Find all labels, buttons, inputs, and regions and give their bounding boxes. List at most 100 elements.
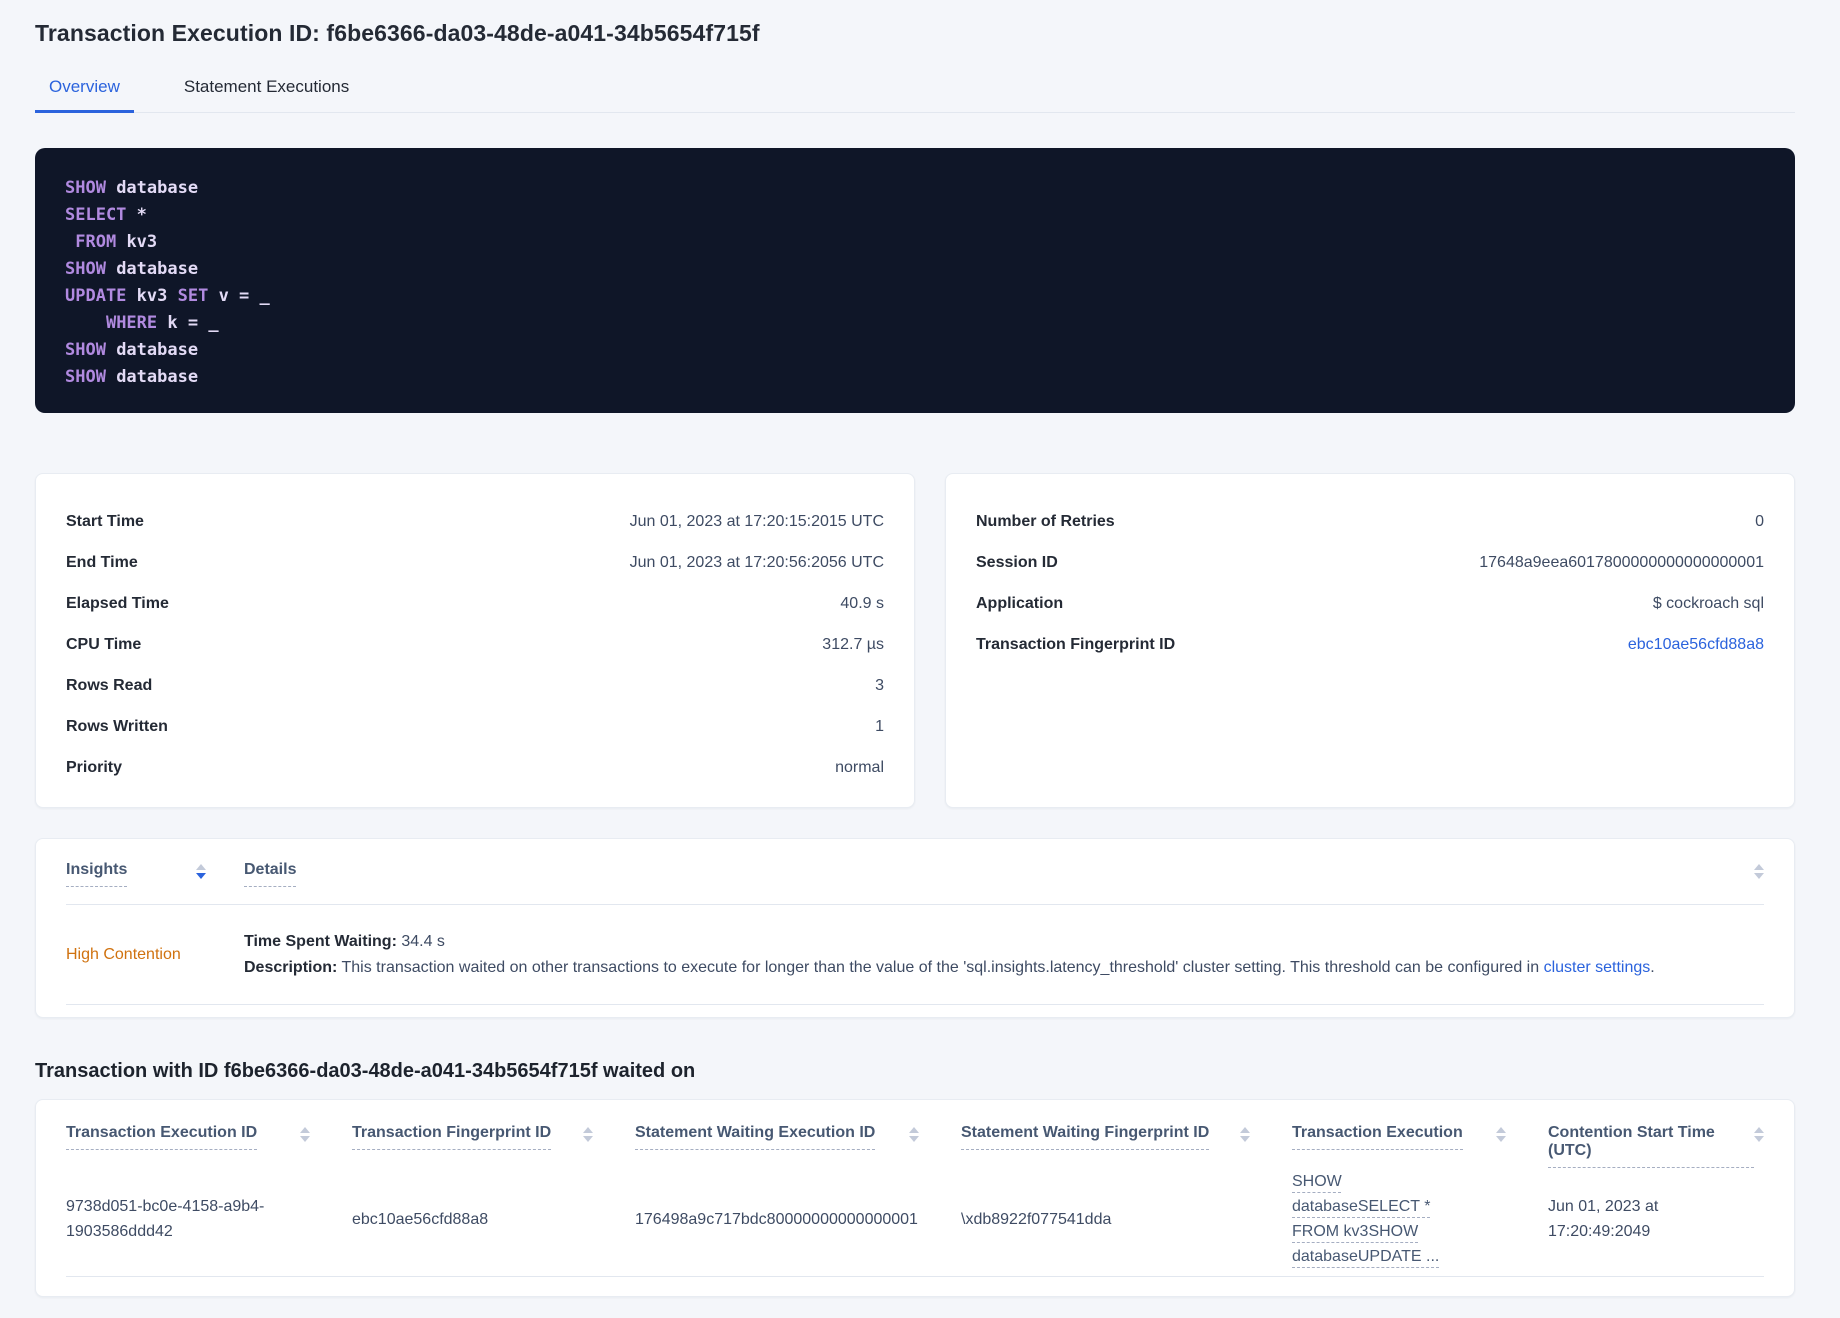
page-title: Transaction Execution ID: f6be6366-da03-… xyxy=(35,20,760,46)
stat-value: $ cockroach sql xyxy=(1652,594,1764,612)
waited-on-heading: Transaction with ID f6be6366-da03-48de-a… xyxy=(35,1060,696,1082)
description-suffix: . xyxy=(1650,958,1655,976)
column-label[interactable]: Transaction Execution ID xyxy=(66,1124,258,1150)
stat-row-end-time: End Time Jun 01, 2023 at 17:20:56:2056 U… xyxy=(66,542,884,583)
tab-overview[interactable]: Overview xyxy=(35,71,134,113)
column-header-txn-fingerprint-id[interactable]: Transaction Fingerprint ID xyxy=(352,1124,635,1162)
insights-card: Insights Details High Contention Time Sp… xyxy=(35,838,1795,1018)
stat-value: 40.9 s xyxy=(840,594,884,612)
description-text: This transaction waited on other transac… xyxy=(337,958,1544,976)
stat-label: CPU Time xyxy=(66,635,142,653)
table-row: 9738d051-bc0e-4158-a9b4-1903586ddd42 ebc… xyxy=(66,1162,1764,1277)
stat-value: 1 xyxy=(875,717,884,735)
stat-label: Priority xyxy=(66,758,123,776)
sort-down-icon xyxy=(1496,1136,1506,1142)
sort-down-icon xyxy=(583,1136,593,1142)
insights-column-header[interactable]: Insights xyxy=(66,861,206,887)
sort-icon[interactable] xyxy=(1240,1127,1250,1142)
stat-label: Elapsed Time xyxy=(66,594,169,612)
column-header-stmt-waiting-fingerprint-id[interactable]: Statement Waiting Fingerprint ID xyxy=(961,1124,1292,1162)
column-header-contention-start-time[interactable]: Contention Start Time (UTC) xyxy=(1548,1124,1764,1168)
stat-row-cpu-time: CPU Time 312.7 µs xyxy=(66,624,884,665)
stat-value: 312.7 µs xyxy=(822,635,884,653)
column-header-txn-execution-id[interactable]: Transaction Execution ID xyxy=(66,1124,352,1162)
sort-up-icon xyxy=(909,1127,919,1133)
stat-row-rows-written: Rows Written 1 xyxy=(66,706,884,747)
tab-statement-executions[interactable]: Statement Executions xyxy=(170,71,363,112)
sort-down-icon xyxy=(909,1136,919,1142)
sort-up-icon xyxy=(1754,864,1764,870)
stat-row-txn-fingerprint: Transaction Fingerprint ID ebc10ae56cfd8… xyxy=(976,624,1764,665)
session-stats-card: Number of Retries 0 Session ID 17648a9ee… xyxy=(945,473,1795,808)
column-label[interactable]: Transaction Fingerprint ID xyxy=(352,1124,552,1150)
sort-icon[interactable] xyxy=(1754,1127,1764,1142)
sort-icon[interactable] xyxy=(196,864,206,879)
stat-label: Start Time xyxy=(66,512,144,530)
cell-stmt-waiting-fingerprint-id: \xdb8922f077541dda xyxy=(961,1210,1112,1228)
column-label[interactable]: Statement Waiting Fingerprint ID xyxy=(961,1124,1210,1150)
stat-value: 0 xyxy=(1755,512,1764,530)
insight-row: High Contention Time Spent Waiting: 34.4… xyxy=(66,905,1764,1005)
cell-txn-execution: SHOW databaseSELECT * FROM kv3SHOW datab… xyxy=(1292,1169,1548,1269)
stat-value: Jun 01, 2023 at 17:20:56:2056 UTC xyxy=(629,553,884,571)
sort-up-icon xyxy=(1754,1127,1764,1133)
stat-row-rows-read: Rows Read 3 xyxy=(66,665,884,706)
insight-description: Description: This transaction waited on … xyxy=(244,957,1764,979)
sort-icon[interactable] xyxy=(583,1127,593,1142)
sort-icon[interactable] xyxy=(300,1127,310,1142)
stat-row-priority: Priority normal xyxy=(66,747,884,788)
stat-label: Rows Read xyxy=(66,676,153,694)
column-header-txn-execution[interactable]: Transaction Execution xyxy=(1292,1124,1548,1162)
time-spent-waiting: Time Spent Waiting: 34.4 s xyxy=(244,931,1764,953)
cell-txn-execution-id: 9738d051-bc0e-4158-a9b4-1903586ddd42 xyxy=(66,1194,352,1244)
insights-table-header: Insights Details xyxy=(66,839,1764,905)
waited-on-table-card: Transaction Execution ID Transaction Fin… xyxy=(35,1099,1795,1297)
sort-down-icon xyxy=(1754,873,1764,879)
cell-stmt-waiting-execution-id: 176498a9c717bdc80000000000000001 xyxy=(635,1210,918,1228)
column-header-stmt-waiting-execution-id[interactable]: Statement Waiting Execution ID xyxy=(635,1124,961,1162)
sort-up-icon xyxy=(1240,1127,1250,1133)
sort-down-icon xyxy=(1754,1136,1764,1142)
summary-cards: Start Time Jun 01, 2023 at 17:20:15:2015… xyxy=(35,473,1795,808)
stat-row-start-time: Start Time Jun 01, 2023 at 17:20:15:2015… xyxy=(66,501,884,542)
sort-icon[interactable] xyxy=(1754,864,1764,879)
cell-contention-start-time: Jun 01, 2023 at 17:20:49:2049 xyxy=(1548,1198,1659,1240)
details-column-label[interactable]: Details xyxy=(244,861,297,887)
stat-label: Transaction Fingerprint ID xyxy=(976,635,1176,653)
tab-bar: Overview Statement Executions xyxy=(35,71,1795,113)
details-column-header[interactable]: Details xyxy=(244,861,1764,887)
stat-label: End Time xyxy=(66,553,138,571)
sort-up-icon xyxy=(196,864,206,870)
txn-execution-id-value: 9738d051-bc0e-4158-a9b4-1903586ddd42 xyxy=(66,1198,265,1240)
sort-down-icon xyxy=(300,1136,310,1142)
stat-label: Rows Written xyxy=(66,717,168,735)
column-label[interactable]: Contention Start Time (UTC) xyxy=(1548,1124,1754,1168)
waited-on-table-header: Transaction Execution ID Transaction Fin… xyxy=(66,1100,1764,1168)
sort-icon[interactable] xyxy=(909,1127,919,1142)
stat-row-application: Application $ cockroach sql xyxy=(976,583,1764,624)
sort-up-icon xyxy=(1496,1127,1506,1133)
description-label: Description: xyxy=(244,958,338,976)
column-label[interactable]: Transaction Execution xyxy=(1292,1124,1463,1150)
column-label[interactable]: Statement Waiting Execution ID xyxy=(635,1124,876,1150)
stat-label: Application xyxy=(976,594,1064,612)
insights-column-label[interactable]: Insights xyxy=(66,861,128,887)
waiting-label: Time Spent Waiting: xyxy=(244,932,397,950)
stat-label: Session ID xyxy=(976,553,1058,571)
stat-row-session-id: Session ID 17648a9eea6017800000000000000… xyxy=(976,542,1764,583)
stat-value: Jun 01, 2023 at 17:20:15:2015 UTC xyxy=(629,512,884,530)
page: Transaction Execution ID: f6be6366-da03-… xyxy=(0,0,1840,1297)
transaction-fingerprint-link[interactable]: ebc10ae56cfd88a8 xyxy=(1628,636,1764,654)
sort-down-icon xyxy=(1240,1136,1250,1142)
insight-type-badge: High Contention xyxy=(66,945,181,963)
stat-row-elapsed-time: Elapsed Time 40.9 s xyxy=(66,583,884,624)
sort-down-icon xyxy=(196,873,206,879)
waiting-value: 34.4 s xyxy=(396,932,445,950)
sql-statements-box: SHOW database SELECT * FROM kv3 SHOW datab… xyxy=(35,148,1795,413)
sort-up-icon xyxy=(300,1127,310,1133)
timing-stats-card: Start Time Jun 01, 2023 at 17:20:15:2015… xyxy=(35,473,915,808)
sort-icon[interactable] xyxy=(1496,1127,1506,1142)
stat-value: normal xyxy=(835,758,884,776)
txn-execution-statements-link[interactable]: SHOW databaseSELECT * FROM kv3SHOW datab… xyxy=(1292,1169,1462,1269)
cluster-settings-link[interactable]: cluster settings xyxy=(1544,959,1651,976)
